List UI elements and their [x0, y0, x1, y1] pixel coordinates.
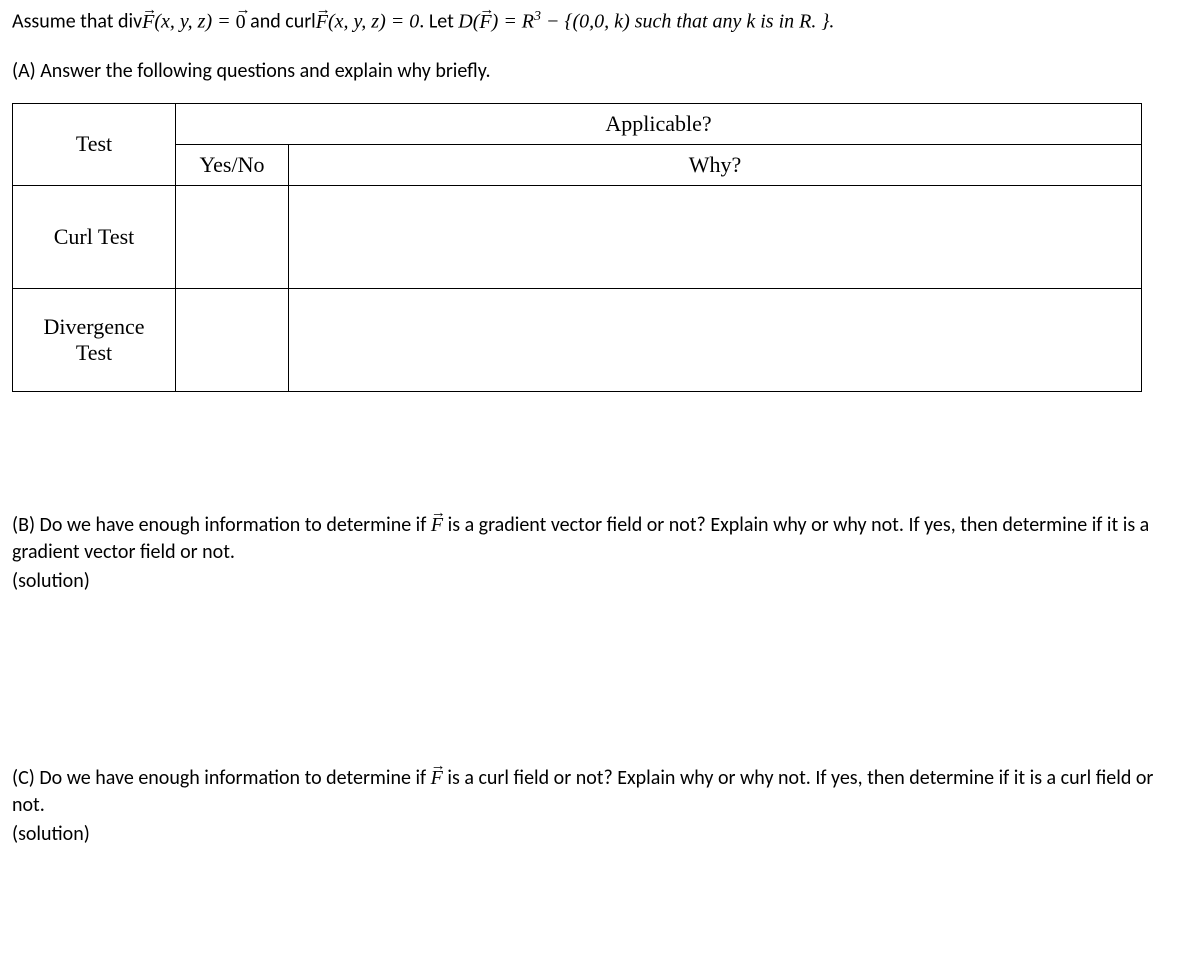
text: . Let: [419, 10, 458, 34]
solution-label: (solution): [12, 568, 1188, 595]
text: (x, y, z) =: [154, 11, 235, 33]
header-why: Why?: [289, 144, 1142, 185]
part-a-prompt: (A) Answer the following questions and e…: [12, 58, 1188, 85]
text: 3: [534, 9, 541, 24]
vector-F-icon: F: [431, 512, 443, 539]
text: D: [458, 11, 472, 33]
cell-yesno: [176, 288, 289, 391]
table-row: Curl Test: [13, 185, 1142, 288]
row-name: DivergenceTest: [13, 288, 176, 391]
header-test: Test: [13, 103, 176, 185]
text: and curl: [246, 10, 316, 34]
vector-F-icon: F: [479, 9, 491, 36]
table-row: Test Applicable?: [13, 103, 1142, 144]
vector-F-icon: F: [316, 9, 328, 36]
text: (B) Do we have enough information to det…: [12, 513, 431, 537]
cell-why: [289, 288, 1142, 391]
text: 0: [409, 11, 419, 33]
text: (C) Do we have enough information to det…: [12, 766, 431, 790]
table-row: Yes/No Why?: [13, 144, 1142, 185]
vector-F-icon: F: [431, 765, 443, 792]
row-name: Curl Test: [13, 185, 176, 288]
cell-why: [289, 185, 1142, 288]
header-applicable: Applicable?: [176, 103, 1142, 144]
table-row: DivergenceTest: [13, 288, 1142, 391]
vector-F-icon: F: [142, 9, 154, 36]
solution-label: (solution): [12, 821, 1188, 848]
vector-zero-icon: 0: [236, 9, 246, 36]
text: (x, y, z) =: [328, 11, 409, 33]
test-table: Test Applicable? Yes/No Why? Curl Test D…: [12, 103, 1142, 392]
intro-line: Assume that divF(x, y, z) = 0 and curlF(…: [12, 8, 1188, 36]
part-c: (C) Do we have enough information to det…: [12, 765, 1188, 848]
text: − {(0,0, k) such that any k is in R. }.: [541, 11, 834, 33]
text: Assume that div: [12, 10, 142, 34]
part-b: (B) Do we have enough information to det…: [12, 512, 1188, 595]
header-yesno: Yes/No: [176, 144, 289, 185]
text: = R: [498, 11, 534, 33]
cell-yesno: [176, 185, 289, 288]
